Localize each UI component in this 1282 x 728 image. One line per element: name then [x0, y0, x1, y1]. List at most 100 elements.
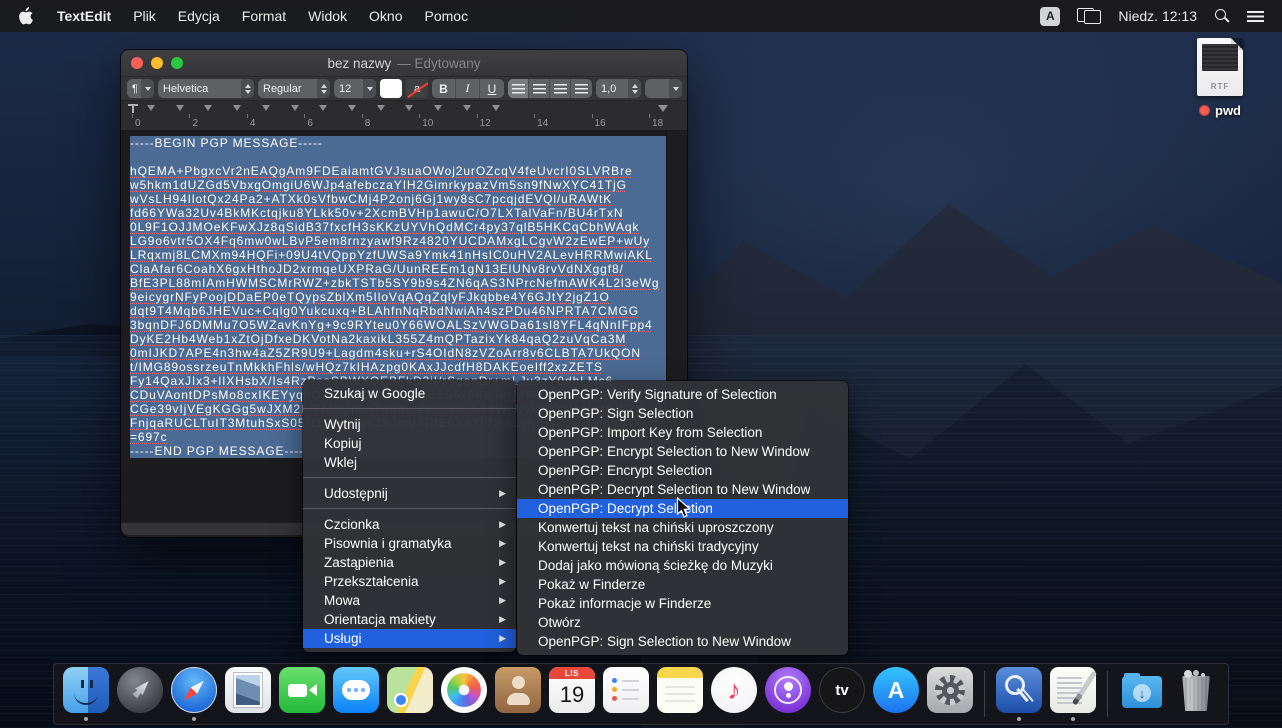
services-submenu-item-otwórz[interactable]: Otwórz [517, 613, 848, 632]
services-submenu-item-openpgp-encrypt-selection-to-new-window[interactable]: OpenPGP: Encrypt Selection to New Window [517, 442, 848, 461]
dock-item-contacts[interactable] [495, 667, 541, 721]
context-menu-item-przekształcenia[interactable]: Przekształcenia▶ [303, 572, 516, 591]
menu-bar-clock[interactable]: Niedz. 12:13 [1118, 8, 1197, 24]
desktop-file-pwd[interactable]: RTF pwd [1192, 38, 1248, 118]
services-submenu-item-pokaż-w-finderze[interactable]: Pokaż w Finderze [517, 575, 848, 594]
services-submenu-item-konwertuj-tekst-na-chiński-uproszczony[interactable]: Konwertuj tekst na chiński uproszczony [517, 518, 848, 537]
background-color-well[interactable] [380, 79, 402, 98]
services-submenu-item-openpgp-import-key-from-selection[interactable]: OpenPGP: Import Key from Selection [517, 423, 848, 442]
dock-item-launchpad[interactable] [117, 667, 163, 721]
underline-button[interactable]: U [480, 79, 504, 98]
dock-item-podcasts[interactable] [765, 667, 811, 721]
dock-item-keychain-access[interactable] [996, 667, 1042, 721]
stepper-icon[interactable] [317, 79, 330, 98]
font-size-select[interactable]: 12 [334, 79, 376, 98]
context-menu-item-czcionka[interactable]: Czcionka▶ [303, 515, 516, 534]
line-spacing-stepper[interactable]: 1,0 [596, 79, 641, 98]
dock-item-trash[interactable] [1173, 667, 1219, 721]
dock-item-textedit[interactable] [1050, 667, 1096, 721]
stepper-icon[interactable] [241, 79, 254, 98]
align-center-button[interactable] [529, 79, 550, 98]
dock-item-downloads[interactable]: ↓ [1119, 667, 1165, 721]
dock-item-maps[interactable] [387, 667, 433, 721]
dock-item-calendar[interactable]: LIS19 [549, 667, 595, 721]
menubar-item-pomoc[interactable]: Pomoc [425, 8, 469, 24]
tab-stop-marker[interactable] [262, 105, 270, 111]
zoom-button[interactable] [171, 57, 183, 69]
finder-glyph [90, 680, 93, 688]
tab-stop-marker[interactable] [377, 105, 385, 111]
paragraph-styles-button[interactable]: ¶ [127, 79, 154, 98]
context-menu-item-kopiuj[interactable]: Kopiuj [303, 434, 516, 453]
context-menu-item-udostępnij[interactable]: Udostępnij▶ [303, 484, 516, 503]
menubar-item-format[interactable]: Format [242, 8, 286, 24]
list-style-button[interactable] [645, 79, 682, 98]
menubar-item-app[interactable]: TextEdit [57, 8, 111, 24]
context-menu-item-pisownia-i-gramatyka[interactable]: Pisownia i gramatyka▶ [303, 534, 516, 553]
minimize-button[interactable] [151, 57, 163, 69]
notification-center-icon[interactable] [1247, 10, 1264, 22]
window-title-bar[interactable]: bez nazwy— Edytowany [121, 50, 687, 77]
text-color-well[interactable]: a [406, 79, 428, 98]
services-submenu-item-openpgp-sign-selection[interactable]: OpenPGP: Sign Selection [517, 404, 848, 423]
italic-button[interactable]: I [456, 79, 480, 98]
context-menu-item-wytnij[interactable]: Wytnij [303, 415, 516, 434]
tab-stop-marker[interactable] [434, 105, 442, 111]
menubar-item-widok[interactable]: Widok [308, 8, 347, 24]
stepper-icon[interactable] [628, 79, 641, 98]
tab-stop-marker[interactable] [492, 105, 500, 111]
spotlight-search-icon[interactable] [1214, 8, 1230, 24]
services-submenu-item-openpgp-encrypt-selection[interactable]: OpenPGP: Encrypt Selection [517, 461, 848, 480]
tab-stop-marker[interactable] [348, 105, 356, 111]
menubar-item-edycja[interactable]: Edycja [178, 8, 220, 24]
dock-item-finder[interactable] [63, 667, 109, 721]
tab-stop-marker[interactable] [147, 105, 155, 111]
dock-item-mail[interactable] [225, 667, 271, 721]
tab-stop-marker[interactable] [405, 105, 413, 111]
context-menu-item-orientacja-makiety[interactable]: Orientacja makiety▶ [303, 610, 516, 629]
font-family-select[interactable]: Helvetica [158, 79, 254, 98]
dock-item-safari[interactable] [171, 667, 217, 721]
context-menu-item-wklej[interactable]: Wklej [303, 453, 516, 472]
services-submenu-item-konwertuj-tekst-na-chiński-tradycyjny[interactable]: Konwertuj tekst na chiński tradycyjny [517, 537, 848, 556]
context-menu-item-usługi[interactable]: Usługi▶ [303, 629, 516, 648]
dock-item-reminders[interactable] [603, 667, 649, 721]
dock-item-app-store[interactable]: A [873, 667, 919, 721]
apple-menu-icon[interactable] [18, 6, 35, 26]
dock-item-messages[interactable] [333, 667, 379, 721]
dock-item-photos[interactable] [441, 667, 487, 721]
traffic-lights [131, 57, 183, 69]
dock-item-apple-tv[interactable]: tv [819, 667, 865, 721]
selected-text: LRqxmj8LCMXm94HQFi+09U4tVQppYzfUWSa9Ymk4… [130, 248, 667, 262]
services-submenu-item-openpgp-verify-signature-of-selection[interactable]: OpenPGP: Verify Signature of Selection [517, 385, 848, 404]
font-style-select[interactable]: Regular [258, 79, 330, 98]
dock-item-notes[interactable] [657, 667, 703, 721]
tab-stop-marker[interactable] [204, 105, 212, 111]
services-submenu-item-dodaj-jako-mówioną-ścieżkę-do-muzyki[interactable]: Dodaj jako mówioną ścieżkę do Muzyki [517, 556, 848, 575]
screen-mirroring-icon[interactable] [1077, 8, 1101, 24]
context-menu-item-szukaj-w-google[interactable]: Szukaj w Google [303, 384, 516, 403]
align-right-button[interactable] [550, 79, 571, 98]
bold-button[interactable]: B [432, 79, 456, 98]
align-left-button[interactable] [508, 79, 529, 98]
menu-item-label: Kopiuj [324, 436, 362, 451]
dock-item-music[interactable]: ♪ [711, 667, 757, 721]
input-source-icon[interactable]: A [1040, 7, 1060, 26]
justify-button[interactable] [571, 79, 592, 98]
tab-stop-marker[interactable] [291, 105, 299, 111]
context-menu-item-zastąpienia[interactable]: Zastąpienia▶ [303, 553, 516, 572]
services-submenu-item-openpgp-sign-selection-to-new-window[interactable]: OpenPGP: Sign Selection to New Window [517, 632, 848, 651]
close-button[interactable] [131, 57, 143, 69]
menubar-item-okno[interactable]: Okno [369, 8, 402, 24]
tab-stop-marker[interactable] [233, 105, 241, 111]
context-menu-item-mowa[interactable]: Mowa▶ [303, 591, 516, 610]
left-indent-marker[interactable] [128, 104, 138, 114]
menubar-item-plik[interactable]: Plik [133, 8, 156, 24]
tab-stop-marker[interactable] [463, 105, 471, 111]
right-indent-marker[interactable] [658, 105, 668, 112]
services-submenu-item-pokaż-informacje-w-finderze[interactable]: Pokaż informacje w Finderze [517, 594, 848, 613]
tab-stop-marker[interactable] [176, 105, 184, 111]
dock-item-facetime[interactable] [279, 667, 325, 721]
tab-stop-marker[interactable] [319, 105, 327, 111]
dock-item-system-preferences[interactable] [927, 667, 973, 721]
